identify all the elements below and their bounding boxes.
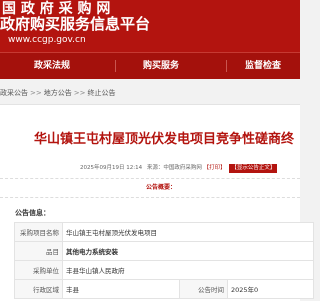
divider <box>0 178 300 179</box>
divider <box>0 197 300 198</box>
notice-meta: 2025年09月19日 12:14 来源：中国政府采购网 【打印】 【显示公告正… <box>80 164 278 173</box>
nav-item-purchase-services[interactable]: 购买服务 <box>143 53 179 79</box>
breadcrumb-separator: >> <box>73 89 86 97</box>
table-key: 行政区域 <box>14 279 63 299</box>
table-value: 2025年0 <box>227 279 314 299</box>
table-key: 公告时间 <box>179 279 228 299</box>
table-row: 品目 其他电力系统安装 <box>14 241 314 261</box>
table-value: 丰县 <box>62 279 180 299</box>
table-key: 采购单位 <box>14 260 63 280</box>
table-row: 采购项目名称 华山镇王屯村屋顶光伏发电项目 <box>14 222 314 242</box>
show-notice-body-button[interactable]: 【显示公告正文】 <box>229 164 278 173</box>
table-row: 行政区域 丰县 公告时间 2025年0 <box>14 279 314 299</box>
breadcrumb-separator: >> <box>30 89 42 97</box>
info-table: 采购项目名称 华山镇王屯村屋顶光伏发电项目 品目 其他电力系统安装 采购单位 丰… <box>14 222 314 299</box>
breadcrumb-item[interactable]: 政采公告 <box>0 89 28 97</box>
table-value: 华山镇王屯村屋顶光伏发电项目 <box>62 222 314 242</box>
table-key: 采购项目名称 <box>14 222 63 242</box>
nav-item-regulations[interactable]: 政采法规 <box>34 53 70 79</box>
source-name: 中国政府采购网 <box>163 165 202 171</box>
notice-title: 华山镇王屯村屋顶光伏发电项目竞争性磋商终 <box>34 132 295 147</box>
source-label: 来源： <box>146 165 164 171</box>
summary-label: 公告概要： <box>146 184 177 191</box>
table-value: 其他电力系统安装 <box>62 241 314 261</box>
nav-item-supervision[interactable]: 监督检查 <box>245 53 281 79</box>
table-value: 丰县华山镇人民政府 <box>62 260 314 280</box>
site-url: www.ccgp.gov.cn <box>8 35 86 45</box>
publish-date: 2025年09月19日 12:14 <box>80 165 143 171</box>
site-subtitle[interactable]: 政府购买服务信息平台 <box>0 16 150 33</box>
breadcrumb: 政采公告 >> 地方公告 >> 终止公告 <box>0 86 115 100</box>
breadcrumb-item[interactable]: 地方公告 <box>44 89 72 97</box>
site-header: 国 政 府 采 购 网 政府购买服务信息平台 www.ccgp.gov.cn <box>0 0 300 52</box>
print-link[interactable]: 【打印】 <box>204 165 226 171</box>
table-row: 采购单位 丰县华山镇人民政府 <box>14 260 314 280</box>
breadcrumb-item-current[interactable]: 终止公告 <box>87 89 115 97</box>
main-nav: 政采法规 购买服务 监督检查 <box>0 52 300 79</box>
table-key: 品目 <box>14 241 63 261</box>
nav-divider <box>226 60 227 72</box>
info-heading: 公告信息： <box>15 209 50 217</box>
nav-divider <box>115 60 116 72</box>
